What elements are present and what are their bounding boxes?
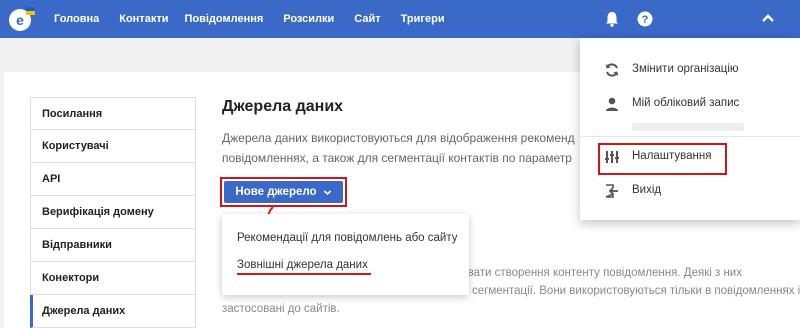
nav-site[interactable]: Сайт bbox=[354, 13, 380, 25]
dropdown-item-external-sources[interactable]: Зовнішні джерела даних bbox=[237, 259, 368, 271]
nav-triggers[interactable]: Тригери bbox=[401, 13, 445, 25]
sidebar-item-domain-verification[interactable]: Верифікація домену bbox=[30, 196, 196, 229]
menu-item-my-account[interactable]: Мій обліковий запис bbox=[580, 90, 800, 118]
svg-text:?: ? bbox=[642, 14, 649, 26]
description-line: застосовані до сайтів. bbox=[222, 303, 340, 315]
settings-sidebar: Посилання Користувачі API Верифікація до… bbox=[30, 97, 196, 328]
description-line: повідомленнях, а також для сегментації к… bbox=[222, 151, 572, 165]
description-line: Джерела даних використовуються для відоб… bbox=[222, 131, 575, 145]
menu-item-switch-organization[interactable]: Змінити організацію bbox=[580, 56, 800, 84]
question-circle-icon[interactable]: ? bbox=[636, 10, 654, 28]
sidebar-item-links[interactable]: Посилання bbox=[30, 97, 196, 130]
menu-item-label: Змінити організацію bbox=[632, 63, 739, 75]
user-icon bbox=[606, 97, 618, 111]
new-source-button[interactable]: Нове джерело bbox=[224, 181, 343, 203]
sidebar-item-senders[interactable]: Відправники bbox=[30, 229, 196, 262]
highlight-underline bbox=[237, 273, 371, 275]
nav-campaigns[interactable]: Розсилки bbox=[283, 13, 334, 25]
main-nav: Головна Контакти Повідомлення Розсилки С… bbox=[54, 0, 465, 38]
account-email-placeholder bbox=[632, 123, 744, 131]
nav-messages[interactable]: Повідомлення bbox=[184, 13, 263, 25]
sidebar-item-data-sources[interactable]: Джерела даних bbox=[30, 295, 196, 328]
menu-divider bbox=[580, 136, 800, 137]
logout-icon bbox=[605, 184, 618, 198]
sidebar-item-connectors[interactable]: Конектори bbox=[30, 262, 196, 295]
menu-item-logout[interactable]: Вихід bbox=[580, 177, 800, 205]
menu-item-label: Вихід bbox=[632, 184, 662, 196]
refresh-icon bbox=[606, 63, 618, 77]
dropdown-item-recommendations[interactable]: Рекомендації для повідомлень або сайту bbox=[237, 232, 457, 244]
nav-contacts[interactable]: Контакти bbox=[119, 13, 168, 25]
menu-item-label: Мій обліковий запис bbox=[632, 97, 740, 109]
svg-text:e: e bbox=[16, 12, 24, 28]
page-title: Джерела даних bbox=[222, 98, 344, 115]
new-source-button-label: Нове джерело bbox=[235, 186, 317, 198]
highlight-outline bbox=[598, 143, 727, 175]
top-navigation-bar: e Головна Контакти Повідомлення Розсилки… bbox=[0, 0, 800, 38]
esputnik-logo[interactable]: e bbox=[6, 5, 36, 33]
new-source-dropdown: Рекомендації для повідомлень або сайту З… bbox=[222, 214, 469, 295]
sidebar-item-users[interactable]: Користувачі bbox=[30, 130, 196, 163]
chevron-down-icon bbox=[323, 189, 331, 195]
bell-icon[interactable] bbox=[603, 10, 621, 28]
sidebar-item-api[interactable]: API bbox=[30, 163, 196, 196]
page-description: Джерела даних використовуються для відоб… bbox=[222, 128, 582, 168]
chevron-up-icon[interactable] bbox=[759, 10, 777, 28]
nav-home[interactable]: Головна bbox=[54, 13, 99, 25]
